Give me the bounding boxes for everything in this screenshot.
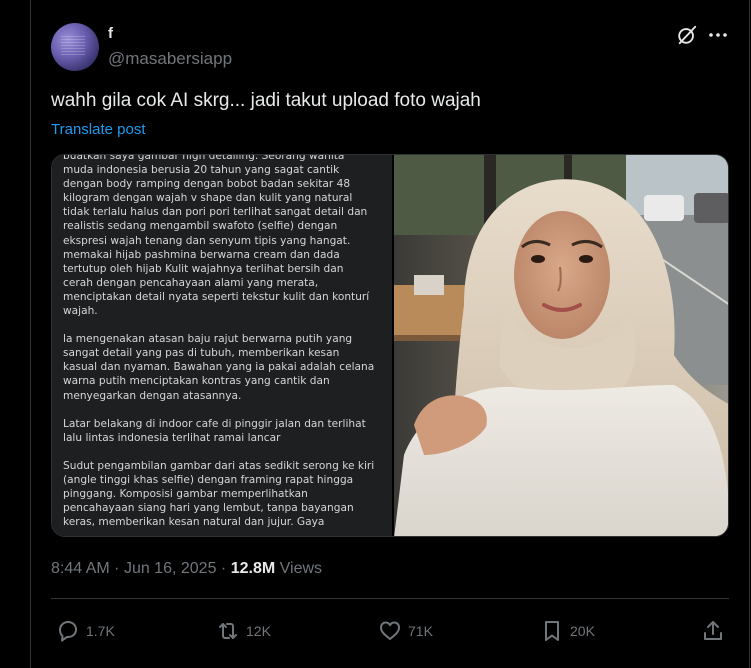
display-name[interactable]: f [108,25,113,42]
bookmark-count: 20K [570,623,595,639]
more-icon[interactable] [707,26,729,44]
repost-button[interactable]: 12K [216,619,271,643]
like-button[interactable]: 71K [378,619,433,643]
like-count: 71K [408,623,433,639]
media-text-paragraph: la mengenakan atasan baju rajut berwarna… [63,333,375,402]
post-timestamp[interactable]: 8:44 AM · Jun 16, 2025 · 12.8M Views [51,560,322,578]
selfie-photo-illustration [394,155,728,536]
grok-icon[interactable] [676,24,698,46]
reply-count: 1.7K [86,623,115,639]
views-label: Views [279,560,323,577]
media-text-paragraph: Sudut pengambilan gambar dari atas sedik… [63,459,375,529]
media-photo[interactable] [394,155,728,536]
heart-icon [380,621,400,640]
timeline-border-right [749,0,750,668]
reply-button[interactable]: 1.7K [56,619,115,643]
bookmark-icon [545,621,559,641]
repost-count: 12K [246,623,271,639]
timeline-border-left [30,0,31,668]
media-text-paragraph: Latar belakang di indoor cafe di pinggir… [63,417,366,444]
repost-icon [219,623,237,639]
user-handle[interactable]: @masabersiapp [108,49,232,69]
avatar[interactable] [51,23,99,71]
post-date: Jun 16, 2025 [123,560,217,577]
reply-icon [59,621,77,642]
action-bar-divider [51,598,729,599]
post-time: 8:44 AM [51,560,110,577]
views-count: 12.8M [230,560,276,577]
bookmark-button[interactable]: 20K [540,619,595,643]
media-text-paragraph: buatkan saya gambar high detailing. Seor… [63,155,370,318]
post-text: wahh gila cok AI skrg... jadi takut uplo… [51,90,481,111]
translate-post-link[interactable]: Translate post [51,121,146,138]
share-button[interactable] [701,619,731,643]
media-text-screenshot: buatkan saya gambar high detailing. Seor… [52,155,392,536]
share-icon [704,621,722,640]
post-media[interactable]: buatkan saya gambar high detailing. Seor… [51,154,729,537]
